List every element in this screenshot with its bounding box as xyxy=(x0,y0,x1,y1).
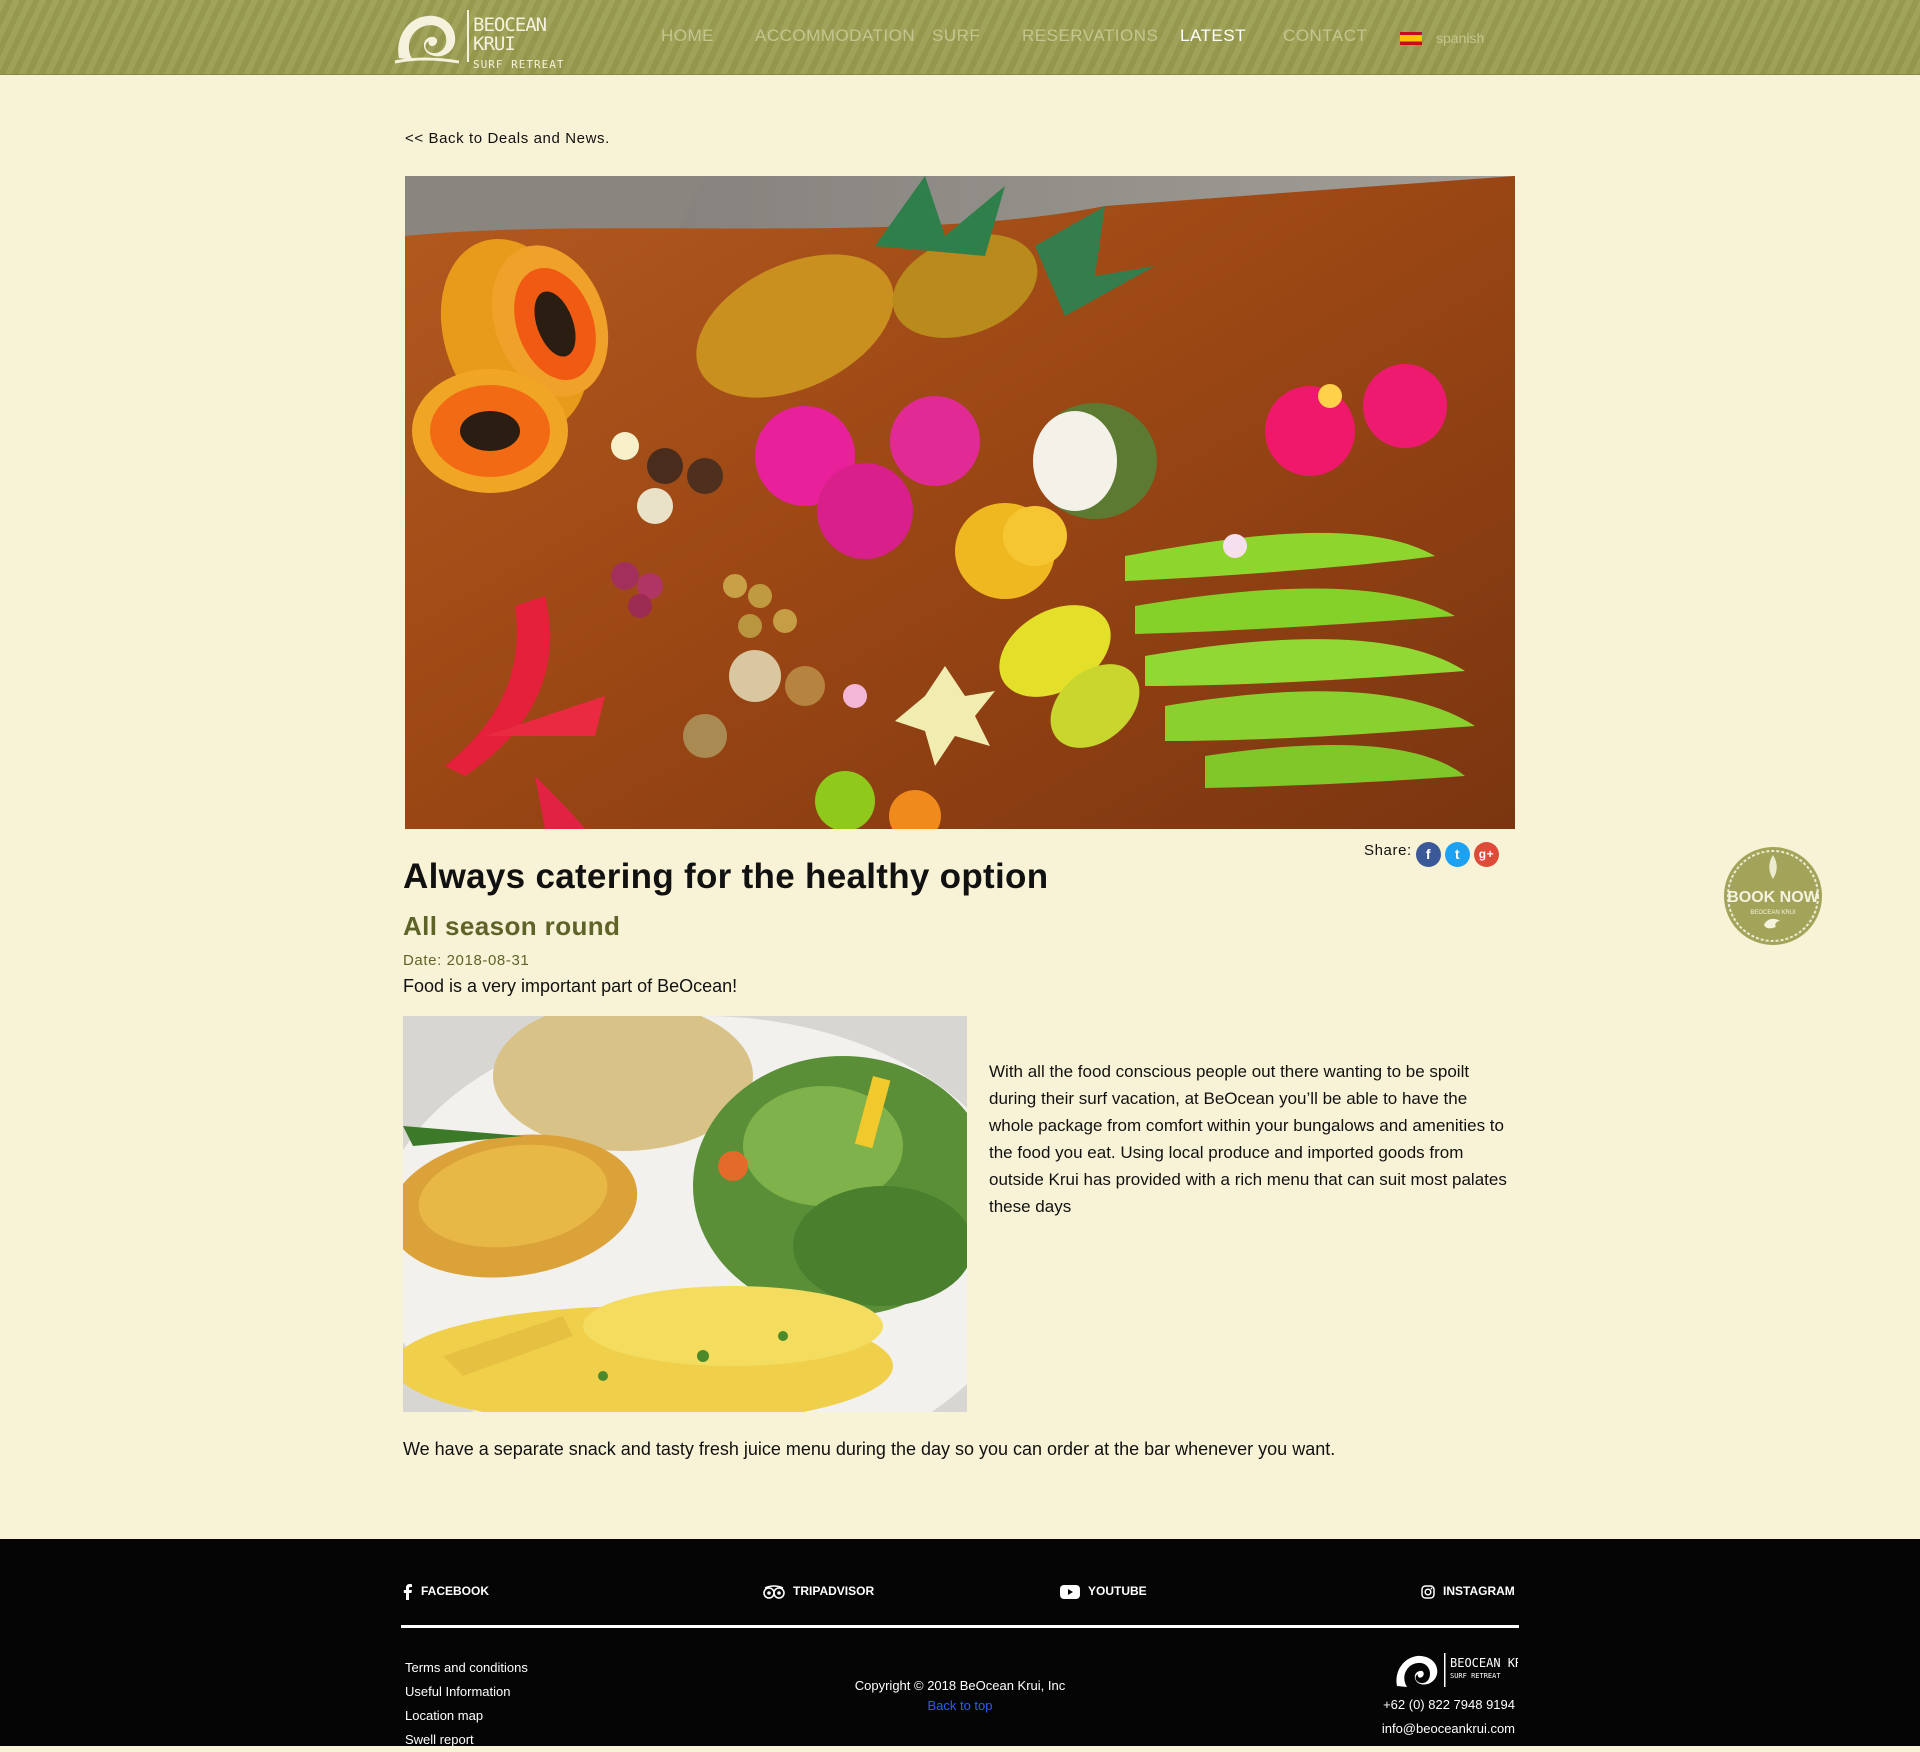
hero-fruit-image xyxy=(405,176,1515,829)
footer-youtube-label: YOUTUBE xyxy=(1088,1584,1147,1598)
nav-latest[interactable]: LATEST xyxy=(1180,26,1246,46)
facebook-icon xyxy=(403,1584,412,1600)
footer-logo-tagline: SURF RETREAT xyxy=(1450,1672,1501,1680)
facebook-icon[interactable]: f xyxy=(1416,842,1441,867)
nav-accommodation[interactable]: ACCOMMODATION xyxy=(755,26,915,46)
nav-reservations[interactable]: RESERVATIONS xyxy=(1022,26,1158,46)
footer-divider xyxy=(401,1625,1519,1628)
footer-instagram-label: INSTAGRAM xyxy=(1443,1584,1515,1598)
footer-tripadvisor-label: TRIPADVISOR xyxy=(793,1584,875,1598)
article-subtitle: All season round xyxy=(403,911,621,941)
logo-tagline: SURF RETREAT xyxy=(473,58,565,71)
google-plus-icon[interactable]: g+ xyxy=(1474,842,1499,867)
article-date: Date: 2018-08-31 xyxy=(403,952,530,969)
spain-flag-icon xyxy=(1400,32,1422,45)
footer-link-terms[interactable]: Terms and conditions xyxy=(405,1656,528,1680)
language-label: spanish xyxy=(1436,30,1485,46)
nav-contact[interactable]: CONTACT xyxy=(1283,26,1367,46)
back-to-top-link[interactable]: Back to top xyxy=(0,1698,1920,1713)
footer-email[interactable]: info@beoceankrui.com xyxy=(1382,1717,1515,1741)
article-title: Always catering for the healthy option xyxy=(403,857,1049,896)
footer-facebook-link[interactable]: FACEBOOK xyxy=(403,1584,489,1600)
tripadvisor-icon xyxy=(763,1585,785,1599)
footer-logo[interactable]: BEOCEAN KRUI SURF RETREAT xyxy=(1393,1650,1537,1692)
book-now-button[interactable]: BOOK NOW BEOCEAN KRUI xyxy=(1722,845,1824,947)
footer-tripadvisor-link[interactable]: TRIPADVISOR xyxy=(763,1584,874,1599)
main-nav: HOME ACCOMMODATION SURF RESERVATIONS LAT… xyxy=(0,26,1920,50)
footer-contact: +62 (0) 822 7948 9194 info@beoceankrui.c… xyxy=(1382,1693,1515,1741)
footer-youtube-link[interactable]: YOUTUBE xyxy=(1060,1584,1147,1599)
twitter-icon[interactable]: t xyxy=(1445,842,1470,867)
youtube-icon xyxy=(1060,1584,1080,1599)
article-body: With all the food conscious people out t… xyxy=(989,1062,1507,1216)
footer-facebook-label: FACEBOOK xyxy=(421,1584,490,1599)
instagram-icon xyxy=(1421,1585,1435,1599)
site-footer: FACEBOOK TRIPADVISOR YOUTUBE INSTAGRAM T… xyxy=(0,1539,1920,1747)
footer-instagram-link[interactable]: INSTAGRAM xyxy=(1421,1584,1515,1599)
book-now-label: BOOK NOW xyxy=(1727,889,1819,906)
nav-home[interactable]: HOME xyxy=(661,26,714,46)
footer-link-swell-report[interactable]: Swell report xyxy=(405,1728,528,1752)
copyright-text: Copyright © 2018 BeOcean Krui, Inc xyxy=(854,1678,1066,1693)
food-plate-image xyxy=(403,1016,967,1412)
share-label: Share: xyxy=(1364,842,1412,859)
article-closing: We have a separate snack and tasty fresh… xyxy=(403,1439,1336,1459)
footer-logo-name: BEOCEAN KRUI xyxy=(1450,1656,1518,1670)
nav-surf[interactable]: SURF xyxy=(932,26,980,46)
footer-phone[interactable]: +62 (0) 822 7948 9194 xyxy=(1382,1693,1515,1717)
book-now-sub: BEOCEAN KRUI xyxy=(1750,910,1796,916)
article-intro: Food is a very important part of BeOcean… xyxy=(403,976,738,996)
site-header: BEOCEAN KRUI SURF RETREAT HOME ACCOMMODA… xyxy=(0,0,1920,75)
back-to-news-link[interactable]: << Back to Deals and News. xyxy=(405,130,610,147)
